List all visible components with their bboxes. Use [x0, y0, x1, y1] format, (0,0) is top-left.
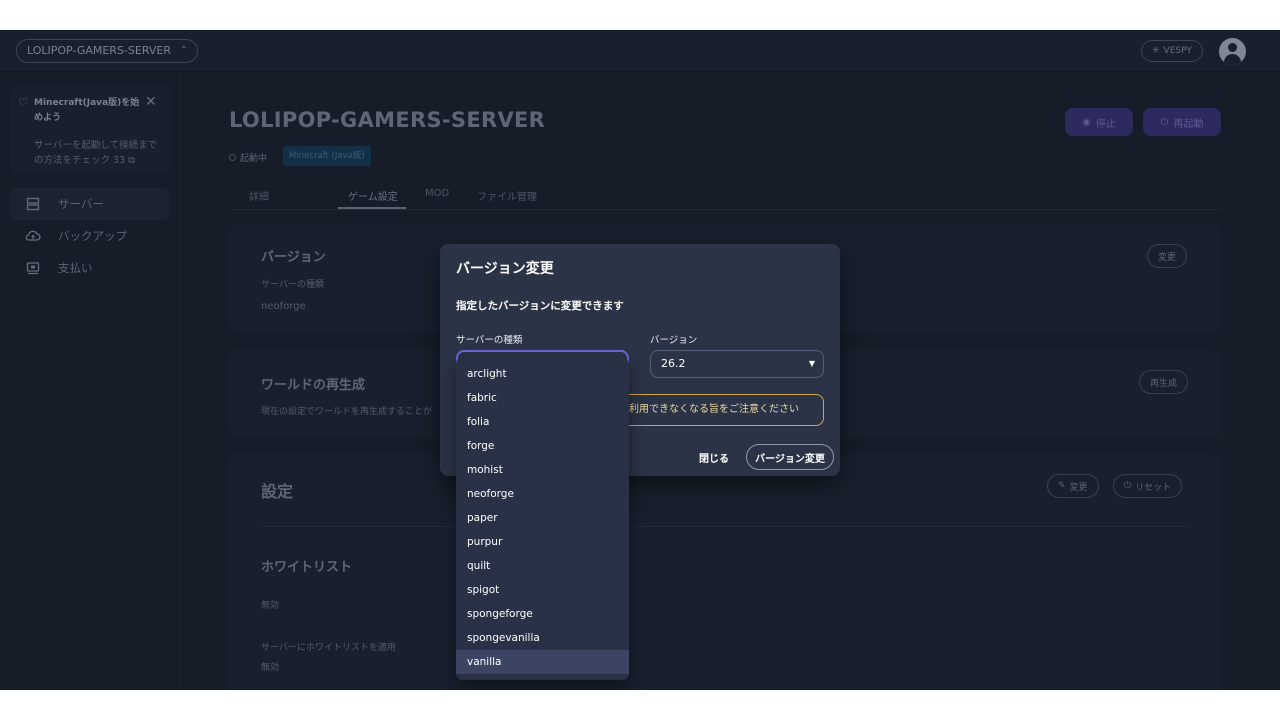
caret-down-icon: ▼ [808, 359, 815, 368]
version-change-submit-button[interactable]: バージョン変更 [746, 444, 834, 470]
dropdown-option[interactable]: forge [456, 434, 629, 458]
version-select[interactable]: 26.2 ▼ [650, 350, 824, 378]
dropdown-option[interactable]: mohist [456, 458, 629, 482]
dropdown-option[interactable]: quilt [456, 554, 629, 578]
dropdown-option-highlighted[interactable]: vanilla [456, 650, 629, 674]
close-button[interactable]: 閉じる [690, 444, 738, 470]
app-frame: LOLIPOP-GAMERS-SERVER ⌃ ✳ VESPY ♡ Minecr… [0, 30, 1280, 690]
server-type-field-label: サーバーの種類 [456, 335, 523, 346]
server-type-dropdown: arclight fabric folia forge mohist neofo… [456, 358, 629, 680]
dropdown-option[interactable]: fabric [456, 386, 629, 410]
dropdown-option[interactable]: arclight [456, 362, 629, 386]
version-field-label: バージョン [650, 335, 698, 346]
dropdown-option[interactable]: spongevanilla [456, 626, 629, 650]
dropdown-option[interactable]: paper [456, 506, 629, 530]
version-select-value: 26.2 [661, 357, 686, 370]
dropdown-option[interactable]: neoforge [456, 482, 629, 506]
dropdown-option[interactable]: folia [456, 410, 629, 434]
dialog-title: バージョン変更 [456, 261, 554, 277]
dropdown-option[interactable]: purpur [456, 530, 629, 554]
dropdown-option[interactable]: spigot [456, 578, 629, 602]
dialog-description: 指定したバージョンに変更できます [456, 300, 624, 312]
dropdown-option[interactable]: spongeforge [456, 602, 629, 626]
